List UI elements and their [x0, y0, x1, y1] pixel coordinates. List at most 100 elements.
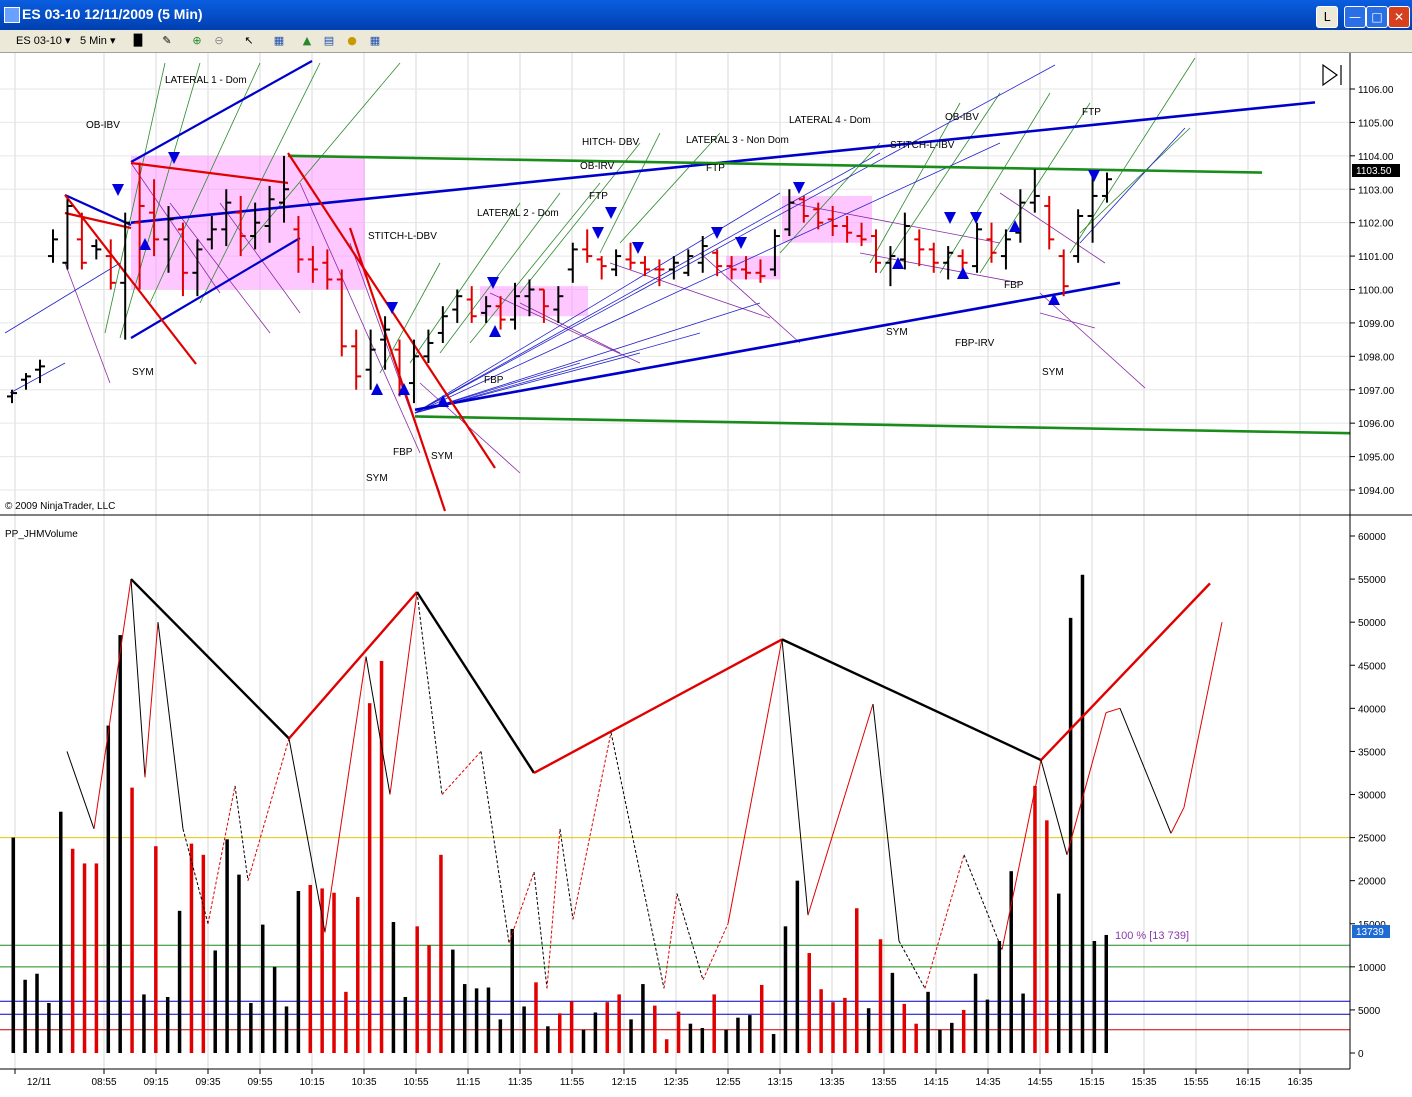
annotation-label: OB-IBV: [86, 120, 120, 131]
time-tick-label: 10:15: [299, 1077, 324, 1088]
volume-bar: [260, 924, 265, 1053]
chart-area[interactable]: LATERAL 1 - Dom OB-IBV SYM STITCH-L-DBV SYM F…: [0, 53, 1412, 1097]
volume-badge: 13739: [1352, 925, 1390, 938]
volume-bar: [379, 660, 384, 1053]
volume-tick-label: 20000: [1358, 877, 1386, 888]
volume-bar: [653, 1005, 657, 1053]
pointer-icon[interactable]: ↖: [242, 34, 256, 48]
time-tick-label: 13:15: [767, 1077, 792, 1088]
annotation-label: LATERAL 4 - Dom: [789, 115, 871, 126]
zoom-in-icon[interactable]: ⊕: [190, 34, 204, 48]
volume-tick-label: 25000: [1358, 834, 1386, 845]
chevron-down-icon: ▾: [64, 35, 71, 47]
time-tick-label: 10:35: [351, 1077, 376, 1088]
volume-percent-label: 100 % [13 739]: [1115, 930, 1189, 942]
volume-bar: [664, 1039, 669, 1053]
interval-label: 5 Min: [80, 35, 107, 47]
volume-bar: [724, 1029, 728, 1053]
volume-tick-label: 60000: [1358, 532, 1386, 543]
volume-bar: [688, 1023, 693, 1053]
time-tick-label: 13:55: [871, 1077, 896, 1088]
annotation-label: FTP: [706, 163, 725, 174]
volume-tick-label: 0: [1358, 1049, 1364, 1060]
volume-bar: [605, 1002, 610, 1053]
price-tick-label: 1097.00: [1358, 386, 1395, 397]
volume-bar: [569, 1001, 574, 1053]
volume-bar: [213, 950, 217, 1053]
volume-bar: [759, 984, 764, 1053]
volume-bar: [82, 863, 87, 1053]
volume-bar: [712, 994, 716, 1053]
volume-bar: [700, 1028, 705, 1053]
grid-icon[interactable]: ▦: [368, 34, 382, 48]
link-button[interactable]: L: [1316, 6, 1338, 28]
annotation-label: SYM: [132, 367, 154, 378]
volume-bar: [546, 1026, 550, 1053]
volume-bar: [439, 854, 443, 1053]
maximize-icon[interactable]: □: [1366, 6, 1388, 28]
volume-bar: [914, 1023, 918, 1053]
time-tick-label: 15:15: [1079, 1077, 1104, 1088]
instrument-label: ES 03-10: [16, 35, 62, 47]
pencil-icon[interactable]: ✎: [160, 34, 174, 48]
time-tick-label: 15:35: [1131, 1077, 1156, 1088]
volume-bar: [558, 1013, 562, 1053]
volume-badge-label: 13739: [1356, 927, 1384, 938]
volume-bar: [878, 939, 883, 1053]
title-bar: ES 03-10 12/11/2009 (5 Min) L — □ ✕: [0, 0, 1412, 30]
volume-bar: [118, 635, 122, 1053]
annotation-label: OB-IBV: [945, 112, 979, 123]
annotation-label: LATERAL 1 - Dom: [165, 75, 247, 86]
time-tick-label: 14:35: [975, 1077, 1000, 1088]
volume-bar: [676, 1011, 681, 1053]
volume-bar: [1104, 934, 1108, 1053]
volume-bar: [819, 989, 823, 1053]
volume-tick-label: 10000: [1358, 963, 1386, 974]
strategy-icon[interactable]: ▲: [300, 34, 314, 48]
annotation-label: FBP: [484, 375, 504, 386]
volume-bar: [356, 897, 360, 1053]
close-icon[interactable]: ✕: [1388, 6, 1410, 28]
time-tick-label: 11:35: [508, 1077, 533, 1088]
volume-bar: [47, 1003, 51, 1053]
volume-bar: [617, 994, 621, 1053]
volume-bar: [783, 926, 788, 1053]
volume-bar: [142, 994, 146, 1053]
annotation-label: STITCH-L-DBV: [368, 231, 437, 242]
volume-bar: [961, 1009, 966, 1053]
volume-tick-label: 5000: [1358, 1006, 1381, 1017]
time-tick-label: 15:55: [1183, 1077, 1208, 1088]
volume-bar: [451, 949, 455, 1053]
annotation-label: FTP: [1082, 107, 1101, 118]
volume-bar: [629, 1019, 633, 1053]
zoom-out-icon[interactable]: ⊖: [212, 34, 226, 48]
price-tick-label: 1096.00: [1358, 419, 1395, 430]
volume-bar: [866, 1008, 871, 1053]
volume-bar: [332, 892, 336, 1053]
volume-bar: [902, 1003, 907, 1053]
volume-bar: [973, 973, 978, 1053]
time-tick-label: 16:15: [1235, 1077, 1260, 1088]
minimize-icon[interactable]: —: [1344, 6, 1366, 28]
volume-bar: [831, 1002, 835, 1053]
chart-properties-icon[interactable]: ▤: [322, 34, 336, 48]
price-tick-label: 1098.00: [1358, 352, 1395, 363]
chevron-down-icon: ▾: [109, 35, 116, 47]
volume-bar: [367, 703, 372, 1053]
volume-bar: [522, 1006, 526, 1053]
lateral-3-zone: [726, 256, 780, 280]
coin-icon[interactable]: ●: [345, 34, 359, 48]
app-icon: [4, 7, 20, 23]
volume-bar: [106, 725, 111, 1053]
instrument-selector[interactable]: ES 03-10 ▾: [16, 33, 70, 49]
time-tick-label: 13:35: [819, 1077, 844, 1088]
time-tick-label: 12:35: [663, 1077, 688, 1088]
volume-bar: [510, 928, 514, 1053]
copyright-text: © 2009 NinjaTrader, LLC: [5, 501, 115, 512]
bar-type-icon[interactable]: █: [131, 34, 145, 48]
annotation-label: FBP: [393, 447, 413, 458]
interval-selector[interactable]: 5 Min ▾: [80, 33, 116, 49]
data-box-icon[interactable]: ▦: [272, 34, 286, 48]
volume-bar: [344, 991, 348, 1053]
last-price-marker: 1103.50: [1352, 164, 1400, 177]
